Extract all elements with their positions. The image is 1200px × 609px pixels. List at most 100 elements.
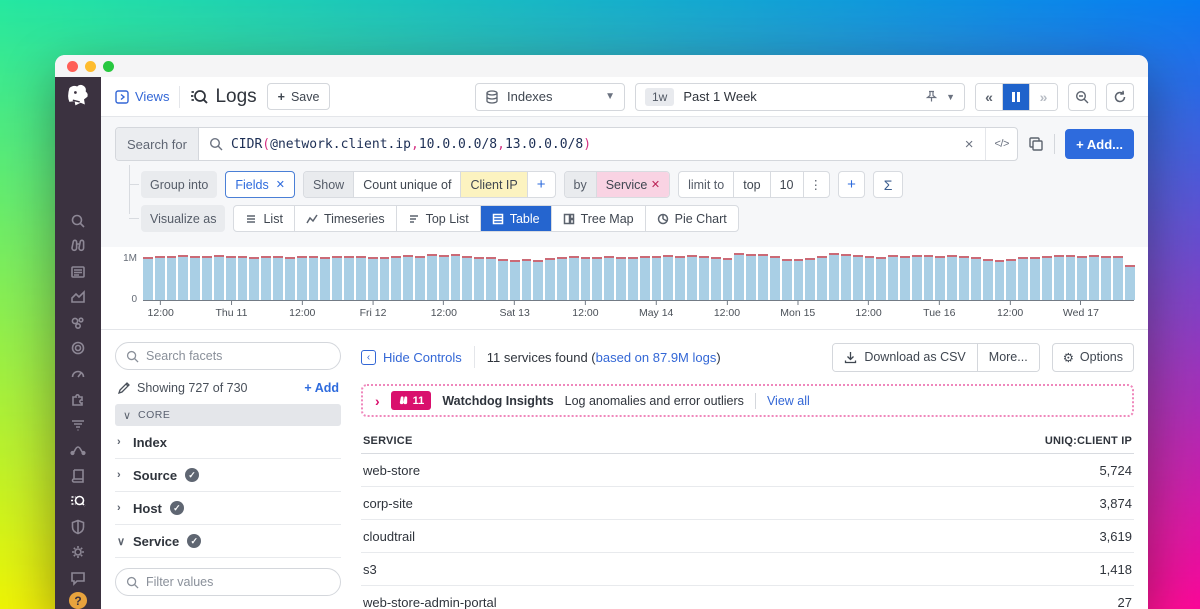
chevron-down-icon[interactable]: ▼ [946, 92, 955, 102]
refresh-button[interactable] [1106, 83, 1134, 111]
histogram-bar[interactable] [533, 260, 543, 300]
search-icon[interactable] [55, 208, 101, 234]
add-button[interactable]: + Add... [1065, 129, 1134, 159]
histogram-bar[interactable] [805, 258, 815, 300]
histogram-bar[interactable] [628, 257, 638, 300]
histogram-bar[interactable] [545, 258, 555, 300]
histogram-bar[interactable] [415, 256, 425, 300]
histogram-bar[interactable] [687, 255, 697, 300]
log-list-icon[interactable] [55, 259, 101, 285]
service-cell[interactable]: corp-site [361, 487, 826, 520]
histogram-bar[interactable] [474, 257, 484, 300]
histogram-bar[interactable] [1054, 255, 1064, 300]
logs-icon[interactable] [55, 488, 101, 514]
histogram-bar[interactable] [344, 256, 354, 300]
histogram-bar[interactable] [285, 257, 295, 300]
histogram-bar[interactable] [817, 256, 827, 300]
table-row[interactable]: web-store-admin-portal27 [361, 586, 1134, 609]
puzzle-icon[interactable] [55, 386, 101, 412]
histogram-bar[interactable] [143, 257, 153, 300]
filter-values-input[interactable]: Filter values [115, 568, 341, 596]
limit-value-dropdown[interactable]: 10 [771, 172, 804, 197]
histogram-bar[interactable] [1018, 257, 1028, 300]
histogram-bar[interactable] [616, 257, 626, 300]
histogram-bar[interactable] [663, 255, 673, 300]
histogram-bar[interactable] [746, 254, 756, 300]
histogram-bar[interactable] [462, 256, 472, 300]
histogram-bar[interactable] [226, 256, 236, 300]
fields-chip[interactable]: Fields✕ [225, 171, 295, 198]
visualize-tree-map-button[interactable]: Tree Map [552, 206, 646, 231]
histogram-bar[interactable] [439, 255, 449, 300]
histogram-bar[interactable] [853, 255, 863, 300]
visualize-top-list-button[interactable]: Top List [397, 206, 481, 231]
histogram-bar[interactable] [947, 255, 957, 300]
histogram-bar[interactable] [1030, 257, 1040, 300]
histogram-bar[interactable] [652, 256, 662, 300]
close-window-button[interactable] [67, 61, 78, 72]
column-header-uniq-client-ip[interactable]: UNIQ:CLIENT IP [826, 429, 1134, 454]
histogram-bar[interactable] [451, 254, 461, 300]
security-hub-icon[interactable] [55, 539, 101, 565]
histogram-bar[interactable] [332, 256, 342, 300]
histogram-bar[interactable] [723, 258, 733, 300]
log-volume-chart[interactable]: 1M0 12:00Thu 1112:00Fri 1212:00Sat 1312:… [101, 247, 1148, 323]
histogram-bar[interactable] [403, 255, 413, 300]
histogram-bar[interactable] [604, 256, 614, 300]
chat-icon[interactable] [55, 565, 101, 591]
search-facets-input[interactable]: Search facets [115, 342, 341, 370]
hide-controls-button[interactable]: ‹ Hide Controls [361, 350, 462, 365]
service-cell[interactable]: s3 [361, 553, 826, 586]
histogram-bar[interactable] [971, 257, 981, 300]
histogram-bar[interactable] [770, 256, 780, 300]
histogram-bar[interactable] [995, 260, 1005, 300]
zoom-out-button[interactable] [1068, 83, 1096, 111]
top-dropdown[interactable]: top [734, 172, 770, 197]
watchdog-insights-banner[interactable]: › 11 Watchdog Insights Log anomalies and… [361, 384, 1134, 417]
histogram-bar[interactable] [297, 256, 307, 300]
histogram-bar[interactable] [1006, 259, 1016, 300]
shield-icon[interactable] [55, 514, 101, 540]
pause-button[interactable] [1003, 84, 1030, 110]
histogram-bar[interactable] [1089, 255, 1099, 300]
code-view-icon[interactable]: </> [985, 128, 1017, 160]
histogram-bar[interactable] [829, 253, 839, 300]
indexes-select[interactable]: Indexes ▼ [475, 83, 625, 111]
histogram-bar[interactable] [675, 256, 685, 300]
expand-chevron-icon[interactable]: › [375, 393, 380, 409]
more-button[interactable]: More... [978, 344, 1039, 371]
search-query-input[interactable]: CIDR(@network.client.ip,10.0.0.0/8,13.0.… [231, 137, 591, 152]
histogram-bar[interactable] [581, 257, 591, 300]
histogram-bar[interactable] [758, 254, 768, 300]
histogram-bar[interactable] [261, 256, 271, 300]
histogram-bar[interactable] [238, 256, 248, 300]
service-cell[interactable]: cloudtrail [361, 520, 826, 553]
formula-button[interactable]: Σ [873, 171, 903, 198]
remove-icon[interactable]: ✕ [651, 178, 660, 191]
histogram-bar[interactable] [959, 256, 969, 300]
histogram-bar[interactable] [178, 255, 188, 300]
zoom-window-button[interactable] [103, 61, 114, 72]
clear-search-icon[interactable]: × [953, 128, 985, 160]
histogram-bar[interactable] [876, 257, 886, 300]
histogram-bar[interactable] [841, 254, 851, 300]
histogram-bar[interactable] [557, 257, 567, 300]
target-icon[interactable] [55, 335, 101, 361]
histogram-bar[interactable] [1066, 255, 1076, 300]
step-forward-button[interactable]: » [1030, 84, 1057, 110]
view-all-link[interactable]: View all [767, 394, 810, 408]
filter-lines-icon[interactable] [55, 412, 101, 438]
histogram-bars[interactable] [143, 251, 1134, 301]
histogram-bar[interactable] [498, 259, 508, 300]
histogram-bar[interactable] [1125, 265, 1135, 300]
minimize-window-button[interactable] [85, 61, 96, 72]
core-section-header[interactable]: ∨ CORE [115, 404, 341, 426]
histogram-bar[interactable] [924, 255, 934, 300]
visualize-pie-chart-button[interactable]: Pie Chart [646, 206, 738, 231]
copy-icon[interactable] [1028, 136, 1044, 152]
pin-icon[interactable] [925, 90, 938, 103]
histogram-bar[interactable] [592, 257, 602, 300]
table-row[interactable]: corp-site3,874 [361, 487, 1134, 520]
based-on-logs-link[interactable]: based on 87.9M logs [596, 350, 717, 365]
histogram-bar[interactable] [569, 256, 579, 300]
